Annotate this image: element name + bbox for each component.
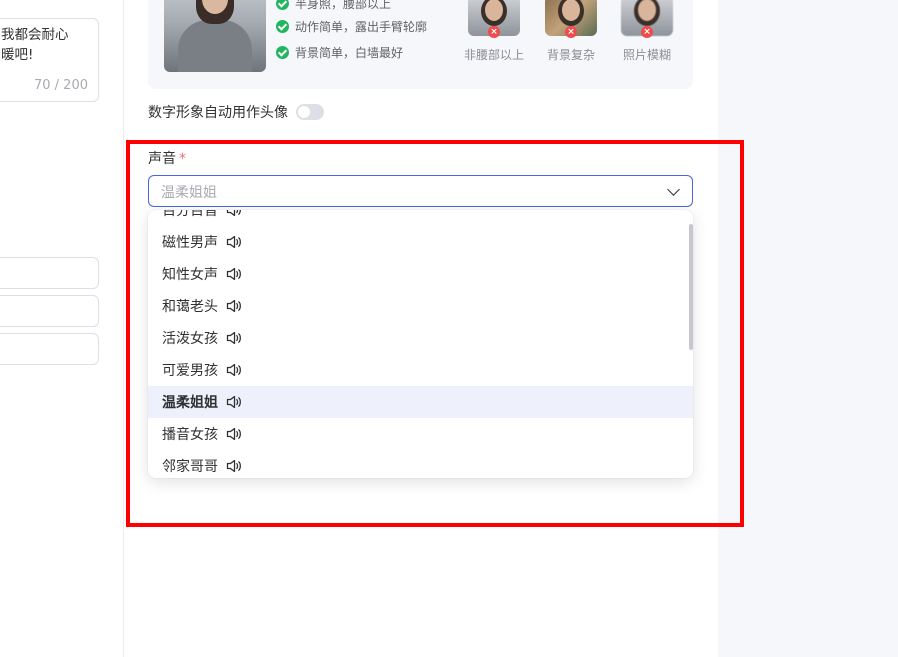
- left-input-1[interactable]: [0, 257, 99, 289]
- check-icon: [276, 46, 289, 59]
- required-mark: *: [179, 151, 186, 167]
- voice-option[interactable]: 和蔼老头: [148, 290, 693, 322]
- voice-option[interactable]: 播音女孩: [148, 418, 693, 450]
- bad-example-1: × 非腰部以上: [459, 0, 529, 63]
- left-panel: 我都会耐心 暖吧! 70 / 200: [0, 0, 124, 657]
- dropdown-scroll-track[interactable]: [687, 210, 693, 478]
- speaker-icon[interactable]: [226, 459, 242, 473]
- textarea-line-1: 我都会耐心: [1, 27, 69, 43]
- voice-select-value: 温柔姐姐: [161, 185, 217, 201]
- speaker-icon[interactable]: [226, 427, 242, 441]
- voice-option[interactable]: 磁性男声: [148, 226, 693, 258]
- voice-option-label: 磁性男声: [162, 235, 218, 251]
- bad-example-label: 非腰部以上: [463, 48, 524, 62]
- avatar-toggle[interactable]: [296, 104, 324, 120]
- speaker-icon[interactable]: [226, 235, 242, 249]
- example-photo: [164, 0, 266, 72]
- guide-tip-text: 半身照，腰部以上: [295, 0, 392, 11]
- right-background: [718, 0, 898, 657]
- bad-example-3: × 照片模糊: [612, 0, 682, 63]
- voice-option[interactable]: 活泼女孩: [148, 322, 693, 354]
- textarea-line-2: 暖吧!: [1, 47, 34, 63]
- voice-option-label: 知性女声: [162, 267, 218, 283]
- guide-tip-text: 背景简单，白墙最好: [295, 46, 404, 60]
- close-icon: ×: [641, 26, 653, 38]
- voice-option[interactable]: 可爱男孩: [148, 354, 693, 386]
- voice-select[interactable]: 温柔姐姐: [148, 175, 693, 207]
- guide-tip-text: 动作简单，露出手臂轮廓: [295, 20, 428, 34]
- check-icon: [276, 20, 289, 33]
- voice-dropdown: 百分百音磁性男声知性女声和蔼老头活泼女孩可爱男孩温柔姐姐播音女孩邻家哥哥: [148, 210, 693, 478]
- chevron-down-icon[interactable]: [667, 183, 680, 196]
- speaker-icon[interactable]: [226, 299, 242, 313]
- avatar-switch-label: 数字形象自动用作头像: [148, 105, 288, 121]
- speaker-icon[interactable]: [226, 267, 242, 281]
- avatar-switch-row: 数字形象自动用作头像: [148, 102, 324, 122]
- app-root: 我都会耐心 暖吧! 70 / 200 半身照，腰部以上 动作简单，露出手臂轮廓: [0, 0, 898, 657]
- left-input-2[interactable]: [0, 295, 99, 327]
- voice-option[interactable]: 邻家哥哥: [148, 450, 693, 478]
- close-icon: ×: [488, 26, 500, 38]
- voice-option-label: 百分百音: [162, 210, 218, 219]
- check-icon: [276, 0, 289, 10]
- voice-option-label: 邻家哥哥: [162, 459, 218, 475]
- photo-guide-card: 半身照，腰部以上 动作简单，露出手臂轮廓 背景简单，白墙最好 × 非腰部以上 ×…: [148, 0, 693, 89]
- bad-example-label: 背景复杂: [546, 48, 595, 62]
- left-input-3[interactable]: [0, 333, 99, 365]
- speaker-icon[interactable]: [226, 363, 242, 377]
- voice-option-label: 播音女孩: [162, 427, 218, 443]
- guide-tip-3: 背景简单，白墙最好: [276, 44, 403, 61]
- speaker-icon[interactable]: [226, 395, 242, 409]
- char-count: 70 / 200: [34, 78, 88, 93]
- textarea-text: 我都会耐心 暖吧!: [1, 25, 97, 65]
- bad-example-label: 照片模糊: [622, 48, 671, 62]
- speaker-icon[interactable]: [226, 331, 242, 345]
- voice-field-label: 声音 *: [148, 148, 186, 168]
- voice-option[interactable]: 百分百音: [148, 210, 693, 226]
- voice-option-label: 可爱男孩: [162, 363, 218, 379]
- voice-option[interactable]: 温柔姐姐: [148, 386, 693, 418]
- voice-label-text: 声音: [148, 151, 176, 167]
- speaker-icon[interactable]: [226, 210, 242, 217]
- voice-option[interactable]: 知性女声: [148, 258, 693, 290]
- guide-tip-1: 半身照，腰部以上: [276, 0, 391, 12]
- voice-option-label: 温柔姐姐: [162, 395, 218, 411]
- guide-tip-2: 动作简单，露出手臂轮廓: [276, 18, 427, 35]
- description-textarea[interactable]: 我都会耐心 暖吧! 70 / 200: [0, 18, 99, 102]
- close-icon: ×: [565, 26, 577, 38]
- bad-example-2: × 背景复杂: [536, 0, 606, 63]
- voice-option-label: 和蔼老头: [162, 299, 218, 315]
- dropdown-scrollbar[interactable]: [689, 224, 693, 350]
- voice-option-label: 活泼女孩: [162, 331, 218, 347]
